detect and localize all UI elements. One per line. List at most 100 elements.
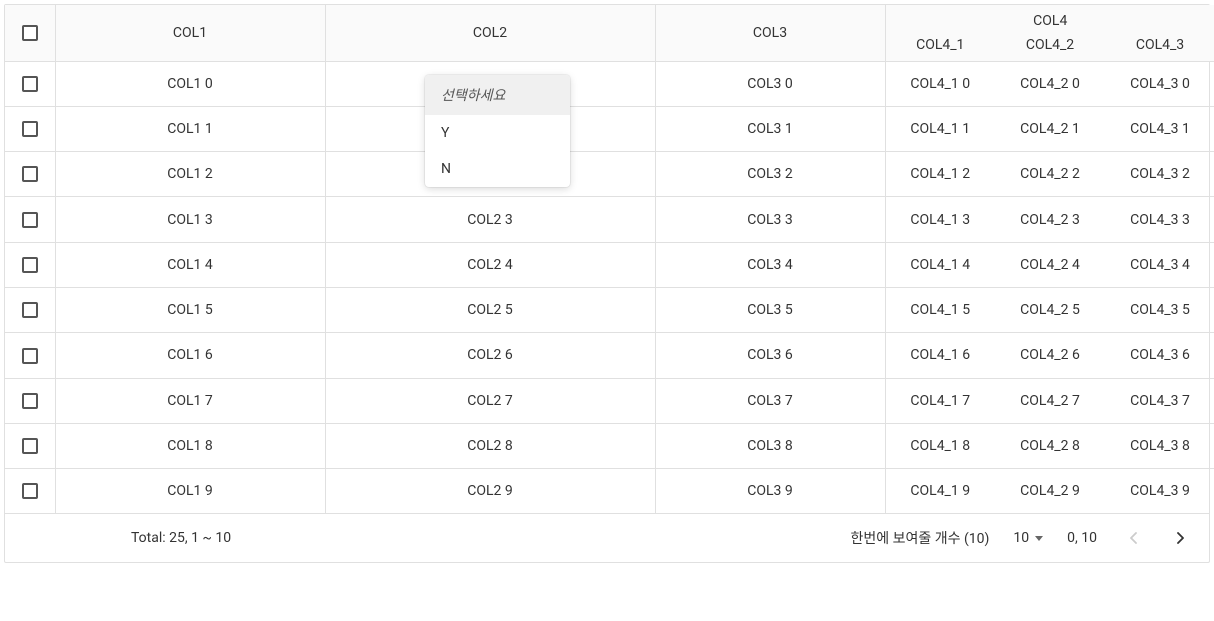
cell-col3: COL3 2	[655, 152, 885, 197]
header-col2: COL2	[325, 5, 655, 61]
row-checkbox-cell	[5, 469, 55, 514]
cell-col4_2: COL4_2 3	[995, 197, 1105, 242]
cell-col2: COL2 5	[325, 287, 655, 332]
cell-col4_2: COL4_2 7	[995, 378, 1105, 423]
row-checkbox[interactable]	[22, 393, 38, 409]
table-row: COL1 2COL2 2COL3 2COL4_1 2COL4_2 2COL4_3…	[5, 152, 1214, 197]
cell-col4_3: COL4_3 1	[1105, 106, 1214, 151]
table-row: COL1 6COL2 6COL3 6COL4_1 6COL4_2 6COL4_3…	[5, 333, 1214, 378]
cell-col4_2: COL4_2 4	[995, 242, 1105, 287]
cell-col1: COL1 8	[55, 423, 325, 468]
cell-col2: COL2 9	[325, 469, 655, 514]
row-checkbox-cell	[5, 61, 55, 106]
cell-col3: COL3 5	[655, 287, 885, 332]
table-row: COL1 8COL2 8COL3 8COL4_1 8COL4_2 8COL4_3…	[5, 423, 1214, 468]
cell-col1: COL1 6	[55, 333, 325, 378]
row-checkbox[interactable]	[22, 302, 38, 318]
cell-col2: COL2 6	[325, 333, 655, 378]
table-row: COL1 0COL3 0COL4_1 0COL4_2 0COL4_3 0	[5, 61, 1214, 106]
table-footer: Total: 25, 1 ~ 10 한번에 보여줄 개수 (10) 10 0, …	[5, 513, 1209, 562]
header-col4-group: COL4	[885, 5, 1214, 33]
cell-col3: COL3 9	[655, 469, 885, 514]
cell-col3: COL3 6	[655, 333, 885, 378]
dropdown-arrow-icon	[1035, 536, 1043, 541]
cell-col1: COL1 7	[55, 378, 325, 423]
row-checkbox-cell	[5, 287, 55, 332]
row-checkbox[interactable]	[22, 212, 38, 228]
chevron-right-icon	[1177, 532, 1185, 544]
cell-col4_3: COL4_3 6	[1105, 333, 1214, 378]
table-row: COL1 4COL2 4COL3 4COL4_1 4COL4_2 4COL4_3…	[5, 242, 1214, 287]
header-col1: COL1	[55, 5, 325, 61]
cell-col4_1: COL4_1 1	[885, 106, 995, 151]
cell-col1: COL1 1	[55, 106, 325, 151]
cell-col4_3: COL4_3 8	[1105, 423, 1214, 468]
header-checkbox-cell	[5, 5, 55, 61]
select-all-checkbox[interactable]	[22, 25, 38, 41]
cell-col4_1: COL4_1 5	[885, 287, 995, 332]
page-size-select[interactable]: 10	[1013, 530, 1043, 546]
prev-page-button[interactable]	[1121, 526, 1145, 550]
cell-col1: COL1 0	[55, 61, 325, 106]
dropdown-option[interactable]: Y	[425, 115, 570, 151]
cell-col3: COL3 3	[655, 197, 885, 242]
cell-col4_1: COL4_1 7	[885, 378, 995, 423]
cell-col3: COL3 7	[655, 378, 885, 423]
cell-col4_1: COL4_1 3	[885, 197, 995, 242]
cell-col4_2: COL4_2 5	[995, 287, 1105, 332]
cell-col4_1: COL4_1 8	[885, 423, 995, 468]
table-row: COL1 3COL2 3COL3 3COL4_1 3COL4_2 3COL4_3…	[5, 197, 1214, 242]
header-col4-3: COL4_3	[1105, 33, 1214, 61]
row-checkbox-cell	[5, 106, 55, 151]
cell-col4_3: COL4_3 4	[1105, 242, 1214, 287]
cell-col1: COL1 9	[55, 469, 325, 514]
cell-col3: COL3 4	[655, 242, 885, 287]
row-checkbox[interactable]	[22, 166, 38, 182]
cell-col4_1: COL4_1 4	[885, 242, 995, 287]
cell-col3: COL3 8	[655, 423, 885, 468]
chevron-left-icon	[1129, 532, 1137, 544]
dropdown-option[interactable]: N	[425, 151, 570, 187]
row-checkbox[interactable]	[22, 76, 38, 92]
header-col3: COL3	[655, 5, 885, 61]
col2-dropdown-menu: 선택하세요 YN	[425, 75, 570, 187]
data-table-container: COL1 COL2 COL3 COL4 COL4_1 COL4_2 COL4_3…	[4, 4, 1210, 563]
cell-col4_2: COL4_2 6	[995, 333, 1105, 378]
table-row: COL1 1COL3 1COL4_1 1COL4_2 1COL4_3 1	[5, 106, 1214, 151]
row-checkbox[interactable]	[22, 348, 38, 364]
row-checkbox-cell	[5, 197, 55, 242]
row-checkbox-cell	[5, 423, 55, 468]
row-checkbox-cell	[5, 378, 55, 423]
header-col4-2: COL4_2	[995, 33, 1105, 61]
cell-col4_2: COL4_2 9	[995, 469, 1105, 514]
row-checkbox[interactable]	[22, 438, 38, 454]
dropdown-placeholder[interactable]: 선택하세요	[425, 75, 570, 115]
row-checkbox-cell	[5, 242, 55, 287]
next-page-button[interactable]	[1169, 526, 1193, 550]
cell-col4_2: COL4_2 2	[995, 152, 1105, 197]
cell-col1: COL1 2	[55, 152, 325, 197]
cell-col2: COL2 7	[325, 378, 655, 423]
row-checkbox-cell	[5, 333, 55, 378]
cell-col1: COL1 3	[55, 197, 325, 242]
data-table: COL1 COL2 COL3 COL4 COL4_1 COL4_2 COL4_3…	[5, 5, 1214, 513]
cell-col4_1: COL4_1 0	[885, 61, 995, 106]
page-size-value: 10	[1013, 530, 1029, 546]
cell-col3: COL3 1	[655, 106, 885, 151]
total-label: Total: 25, 1 ~ 10	[131, 530, 231, 546]
cell-col3: COL3 0	[655, 61, 885, 106]
header-col4-1: COL4_1	[885, 33, 995, 61]
row-checkbox[interactable]	[22, 121, 38, 137]
cell-col1: COL1 5	[55, 287, 325, 332]
cell-col4_3: COL4_3 7	[1105, 378, 1214, 423]
cell-col4_1: COL4_1 2	[885, 152, 995, 197]
row-checkbox[interactable]	[22, 257, 38, 273]
page-range: 0, 10	[1067, 530, 1097, 546]
cell-col4_3: COL4_3 5	[1105, 287, 1214, 332]
page-size-label: 한번에 보여줄 개수 (10)	[851, 528, 990, 548]
cell-col4_2: COL4_2 8	[995, 423, 1105, 468]
cell-col4_3: COL4_3 0	[1105, 61, 1214, 106]
row-checkbox-cell	[5, 152, 55, 197]
table-row: COL1 5COL2 5COL3 5COL4_1 5COL4_2 5COL4_3…	[5, 287, 1214, 332]
row-checkbox[interactable]	[22, 483, 38, 499]
